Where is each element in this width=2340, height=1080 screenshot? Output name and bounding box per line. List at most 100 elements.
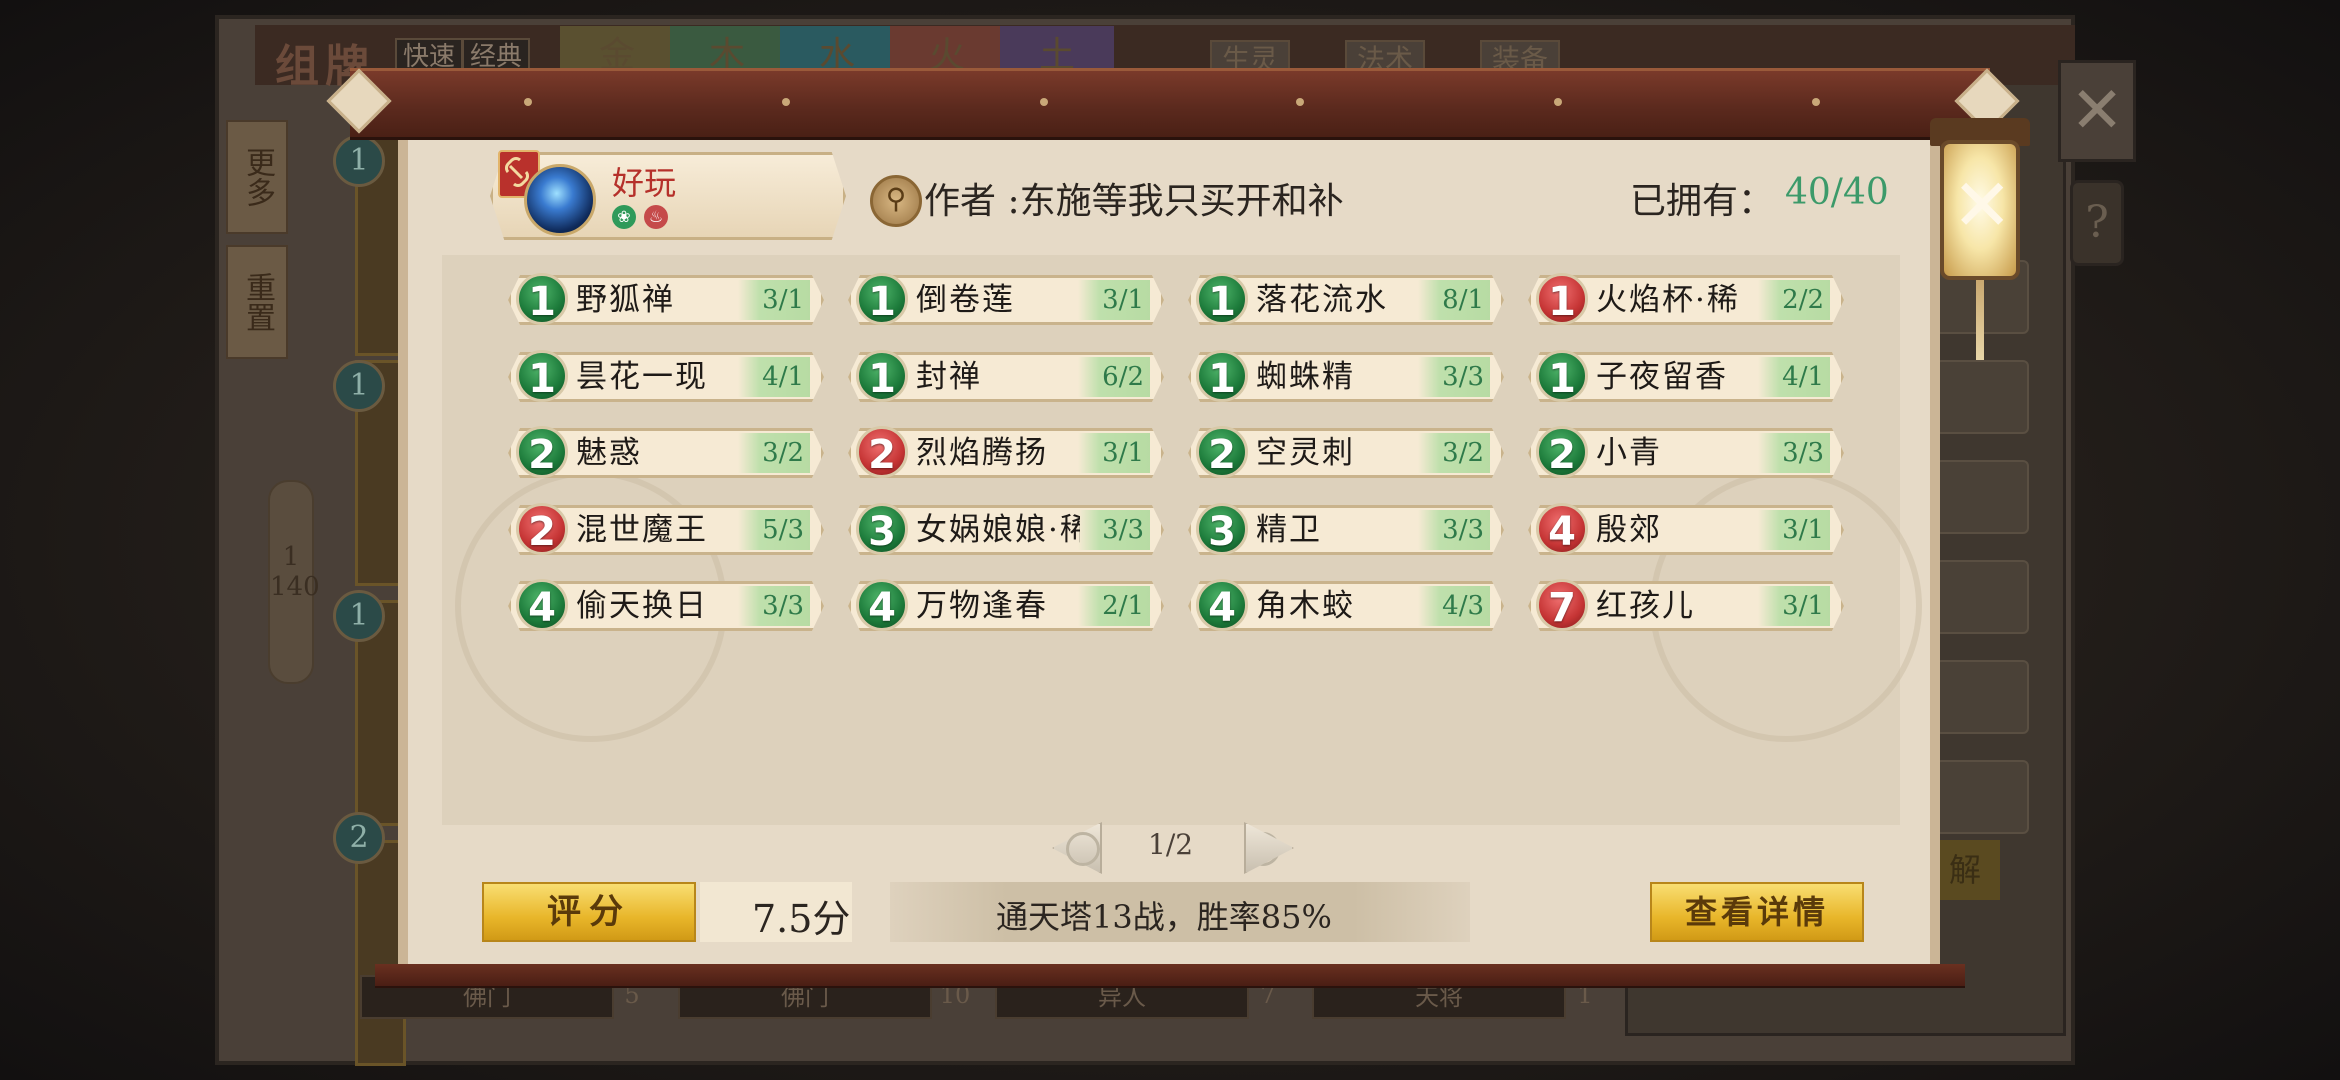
card-name: 殷郊 — [1596, 512, 1662, 548]
deck-avatar — [524, 164, 596, 236]
card-name: 小青 — [1596, 435, 1662, 471]
card-name: 子夜留香 — [1596, 359, 1728, 395]
card-count: 3/1 — [1782, 515, 1824, 545]
card-count: 5/3 — [762, 515, 804, 545]
card-count: 3/3 — [1782, 438, 1824, 468]
card-count: 4/1 — [1782, 362, 1824, 392]
lantern-tassel — [1976, 280, 1984, 360]
card-name: 红孩儿 — [1596, 588, 1695, 624]
card-entry[interactable]: 1 野狐禅 3/1 — [508, 273, 824, 325]
rivet — [1296, 98, 1304, 106]
fire-icon: ♨ — [644, 205, 668, 229]
deck-slot[interactable] — [1935, 660, 2029, 734]
page-total: 140 — [270, 572, 320, 602]
card-cost: 2 — [856, 426, 908, 478]
card-count: 3/1 — [1102, 438, 1144, 468]
deck-slot[interactable] — [1935, 360, 2029, 434]
card-name: 魅惑 — [576, 435, 642, 471]
author-label: 作者 — [924, 181, 997, 222]
card-count: 8/1 — [1442, 285, 1484, 315]
card-entry[interactable]: 1 蜘蛛精 3/3 — [1188, 350, 1504, 402]
rivet — [1812, 98, 1820, 106]
card-cost: 1 — [856, 350, 908, 402]
card-cost: 1 — [856, 273, 908, 325]
card-entry[interactable]: 1 火焰杯·稀 2/2 — [1528, 273, 1844, 325]
card-entry[interactable]: 2 小青 3/3 — [1528, 426, 1844, 478]
card-count: 2/2 — [1782, 285, 1824, 315]
card-entry[interactable]: 2 混世魔王 5/3 — [508, 503, 824, 555]
card-entry[interactable]: 4 偷天换日 3/3 — [508, 579, 824, 631]
card-entry[interactable]: 3 精卫 3/3 — [1188, 503, 1504, 555]
card-entry[interactable]: 2 魅惑 3/2 — [508, 426, 824, 478]
background-close-icon[interactable]: ✕ — [2058, 60, 2136, 162]
card-entry[interactable]: 4 角木蛟 4/3 — [1188, 579, 1504, 631]
card-entry[interactable]: 1 昙花一现 4/1 — [508, 350, 824, 402]
card-cost-badge: 2 — [333, 812, 385, 864]
deck-slot[interactable] — [1935, 460, 2029, 534]
more-button[interactable]: 更多 — [226, 120, 288, 234]
tower-record: 通天塔13战，胜率85% — [996, 898, 1332, 936]
card-name: 角木蛟 — [1256, 588, 1355, 624]
card-entry[interactable]: 2 空灵刺 3/2 — [1188, 426, 1504, 478]
deck-slot[interactable] — [1935, 760, 2029, 834]
card-cost: 1 — [1196, 273, 1248, 325]
modal-top-scroll-bar — [350, 68, 1990, 140]
deck-author: 作者 :东施等我只买开和补 — [924, 172, 1344, 224]
card-count: 2/1 — [1102, 591, 1144, 621]
card-count: 3/1 — [1782, 591, 1824, 621]
card-name: 混世魔王 — [576, 512, 708, 548]
close-icon[interactable]: ✕ — [1952, 160, 2012, 250]
card-count: 3/2 — [1442, 438, 1484, 468]
card-entry[interactable]: 1 落花流水 8/1 — [1188, 273, 1504, 325]
card-entry[interactable]: 1 子夜留香 4/1 — [1528, 350, 1844, 402]
view-details-button[interactable]: 查看详情 — [1650, 882, 1864, 942]
swirl-icon — [1066, 832, 1100, 866]
owned-label: 已拥有： — [1630, 181, 1775, 222]
deck-name: 好玩 — [612, 164, 677, 202]
reset-button[interactable]: 重置 — [226, 245, 288, 359]
card-cost: 1 — [1196, 350, 1248, 402]
card-entry[interactable]: 1 封禅 6/2 — [848, 350, 1164, 402]
card-cost: 2 — [516, 503, 568, 555]
card-cost: 3 — [856, 503, 908, 555]
card-name: 万物逢春 — [916, 588, 1048, 624]
card-name: 野狐禅 — [576, 282, 675, 318]
card-count: 3/3 — [762, 591, 804, 621]
card-cost-badge: 1 — [333, 360, 385, 412]
card-cost: 1 — [516, 350, 568, 402]
card-cost: 1 — [1536, 350, 1588, 402]
decompose-button[interactable]: 解 — [1930, 840, 2000, 900]
card-count: 6/2 — [1102, 362, 1144, 392]
modal-bottom-scroll-bar — [375, 964, 1965, 988]
card-count: 3/3 — [1102, 515, 1144, 545]
card-entry[interactable]: 4 万物逢春 2/1 — [848, 579, 1164, 631]
card-name: 蜘蛛精 — [1256, 359, 1355, 395]
deck-slot[interactable] — [1935, 560, 2029, 634]
owned-count: 40/40 — [1785, 172, 1889, 213]
rate-button[interactable]: 评分 — [482, 882, 696, 942]
card-name: 昙花一现 — [576, 359, 708, 395]
card-entry[interactable]: 4 殷郊 3/1 — [1528, 503, 1844, 555]
search-icon[interactable]: ⚲ — [870, 175, 922, 227]
card-count: 3/2 — [762, 438, 804, 468]
card-cost: 7 — [1536, 579, 1588, 631]
rivet — [1040, 98, 1048, 106]
card-cost: 2 — [516, 426, 568, 478]
card-cost: 3 — [1196, 503, 1248, 555]
card-entry[interactable]: 3 女娲娘娘·稀 3/3 — [848, 503, 1164, 555]
card-name: 倒卷莲 — [916, 282, 1015, 318]
card-count: 4/1 — [762, 362, 804, 392]
card-name: 女娲娘娘·稀 — [916, 512, 1080, 548]
rivet — [524, 98, 532, 106]
card-cost: 2 — [1196, 426, 1248, 478]
card-cost: 1 — [1536, 273, 1588, 325]
card-entry[interactable]: 1 倒卷莲 3/1 — [848, 273, 1164, 325]
card-cost: 2 — [1536, 426, 1588, 478]
card-entry[interactable]: 2 烈焰腾扬 3/1 — [848, 426, 1164, 478]
card-name: 空灵刺 — [1256, 435, 1355, 471]
card-cost: 4 — [1536, 503, 1588, 555]
card-cost-badge: 1 — [333, 590, 385, 642]
help-icon[interactable]: ? — [2070, 180, 2124, 266]
card-entry[interactable]: 7 红孩儿 3/1 — [1528, 579, 1844, 631]
card-name: 烈焰腾扬 — [916, 435, 1048, 471]
